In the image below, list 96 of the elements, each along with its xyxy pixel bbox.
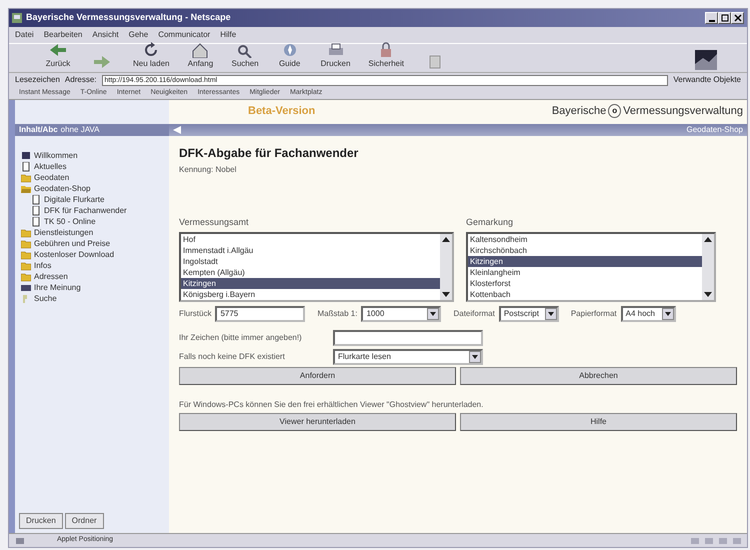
form-button[interactable]: Abbrechen xyxy=(460,366,737,384)
field-label: Flurstück xyxy=(179,308,212,320)
list-box[interactable]: Kaltensondheim Kirchschönbach Kitzingen Kleinlangheim Klosterforst Kottenbach xyxy=(466,232,716,302)
close-button[interactable] xyxy=(731,12,744,24)
org-name: Vermessungsverwaltung xyxy=(623,104,743,119)
paper-select[interactable]: A4 hoch xyxy=(620,306,676,322)
user-id: Kennung: Nobel xyxy=(179,164,238,176)
sidebar-button[interactable]: Ordner xyxy=(64,513,104,529)
scale-select[interactable]: 1000 xyxy=(361,306,442,322)
related-button[interactable]: Verwandte Objekte xyxy=(673,74,741,86)
field-label: Maßstab 1: xyxy=(317,308,358,320)
status-icons-drawing xyxy=(691,536,741,546)
field-label: Vermessungsamt xyxy=(179,216,250,229)
list-option[interactable]: Königsberg i.Bayern xyxy=(181,288,440,300)
sidebar-link[interactable]: Geodaten-Shop xyxy=(34,183,90,194)
fallback-select[interactable]: Flurkarte lesen xyxy=(333,348,483,364)
form-button[interactable]: Viewer herunterladen xyxy=(179,412,456,430)
menu-item[interactable]: Ansicht xyxy=(92,29,119,41)
sidebar-link[interactable]: Willkommen xyxy=(34,150,78,161)
toolbar-button[interactable]: Neu laden xyxy=(127,42,176,70)
field-label: Papierformat xyxy=(570,308,617,320)
sidebar-link[interactable]: TK 50 - Online xyxy=(44,216,96,227)
menu-item[interactable]: Bearbeiten xyxy=(44,29,82,41)
scrollbar[interactable] xyxy=(702,234,714,300)
list-option[interactable]: Kottenbach xyxy=(468,288,702,300)
house-icon xyxy=(190,42,210,58)
dropdown-arrow-icon xyxy=(429,310,438,318)
toolbar-button[interactable]: Drucken xyxy=(314,42,356,70)
format-select[interactable]: Postscript xyxy=(498,306,559,322)
forward-arrow-icon xyxy=(92,54,112,70)
back-arrow-icon xyxy=(173,126,181,134)
field-label: Dateiformat xyxy=(453,308,495,320)
beta-label: Beta-Version xyxy=(248,104,316,119)
sidebar-link[interactable]: Digitale Flurkarte xyxy=(44,194,104,205)
menu-item[interactable]: Communicator xyxy=(158,29,210,41)
sidebar-link[interactable]: Kostenloser Download xyxy=(34,249,114,260)
list-option[interactable]: Kitzingen xyxy=(181,278,440,288)
sidebar-link[interactable]: Geodaten xyxy=(34,172,70,183)
parcel-field[interactable]: 5775 xyxy=(215,306,306,322)
sidebar-link[interactable]: Infos xyxy=(34,260,52,271)
sidebar-link[interactable]: Adressen xyxy=(34,271,68,282)
maximize-button[interactable] xyxy=(718,12,731,24)
list-option[interactable]: Kirchschönbach xyxy=(468,244,702,256)
list-option[interactable]: Kleinlangheim xyxy=(468,266,702,278)
page-icon xyxy=(21,162,31,172)
browser-icon xyxy=(12,13,22,23)
toolbar-button[interactable]: Zurück xyxy=(39,42,77,70)
sidebar-title: Inhalt/Abc xyxy=(19,124,58,136)
list-option[interactable]: Kitzingen xyxy=(468,256,702,266)
bookmarks-button[interactable]: Lesezeichen xyxy=(15,74,60,86)
field-label: Falls noch keine DFK existiert xyxy=(179,350,286,362)
connection-icon xyxy=(15,536,25,546)
maximize-icon xyxy=(720,14,728,22)
list-option[interactable]: Hof xyxy=(181,234,440,244)
toolbar-button[interactable]: Anfang xyxy=(181,42,220,70)
form-title: DFK-Abgabe für Fachanwender xyxy=(179,145,360,162)
minimize-button[interactable] xyxy=(705,12,718,24)
sidebar-link[interactable]: Ihre Meinung xyxy=(34,282,81,293)
form-button[interactable]: Hilfe xyxy=(460,412,737,430)
book-icon xyxy=(21,150,31,160)
sidebar-link[interactable]: Dienstleistungen xyxy=(34,227,94,238)
reference-field[interactable] xyxy=(333,330,483,346)
list-option[interactable]: Immenstadt i.Allgäu xyxy=(181,244,440,256)
no-java-link[interactable]: ohne JAVA xyxy=(60,124,100,136)
list-option[interactable]: Kempten (Allgäu) xyxy=(181,266,440,278)
list-box[interactable]: Hof Immenstadt i.Allgäu Ingolstadt Kempten (Allgäu) Kitzingen Königsberg i.Bayern xyxy=(179,232,454,302)
list-option[interactable]: Ingolstadt xyxy=(181,256,440,266)
sidebar-link[interactable]: DFK für Fachanwender xyxy=(44,205,127,216)
menu-item[interactable]: Datei xyxy=(15,29,34,41)
scrollbar[interactable] xyxy=(440,234,452,300)
logo: o xyxy=(608,104,622,118)
org-name: Bayerische xyxy=(552,104,606,119)
logo-icon xyxy=(695,50,717,70)
close-icon xyxy=(734,14,742,22)
sidebar-button[interactable]: Drucken xyxy=(19,513,63,529)
dropdown-arrow-icon xyxy=(471,352,479,360)
toolbar-button[interactable]: Suchen xyxy=(225,42,265,70)
list-option[interactable]: Kaltensondheim xyxy=(468,234,702,244)
sidebar-link[interactable]: Aktuelles xyxy=(34,161,66,172)
menu-item[interactable]: Hilfe xyxy=(220,29,236,41)
field-label: Ihr Zeichen (bitte immer angeben!) xyxy=(179,332,303,344)
window-title: Bayerische Vermessungsverwaltung - Netscape xyxy=(26,11,231,24)
toolbar-button[interactable]: Sicherheit xyxy=(362,42,410,70)
field-label: Gemarkung xyxy=(466,216,514,229)
sidebar-link[interactable]: Gebühren und Preise xyxy=(34,238,110,249)
sidebar-link[interactable]: Suche xyxy=(34,293,57,304)
list-option[interactable]: Klosterforst xyxy=(468,278,702,288)
dropdown-arrow-icon xyxy=(546,310,555,318)
menu-item[interactable]: Gehe xyxy=(128,29,148,41)
back-arrow-icon xyxy=(48,42,68,58)
form-button[interactable]: Anfordern xyxy=(179,366,456,384)
envelope-icon xyxy=(21,282,31,292)
viewer-note: Für Windows-PCs können Sie den frei erhältlichen Viewer "Ghostview" herunterladen. xyxy=(179,398,484,410)
toolbar-button[interactable]: Guide xyxy=(270,42,309,70)
address-label: Adresse: xyxy=(64,74,96,86)
dropdown-arrow-icon xyxy=(664,310,672,318)
